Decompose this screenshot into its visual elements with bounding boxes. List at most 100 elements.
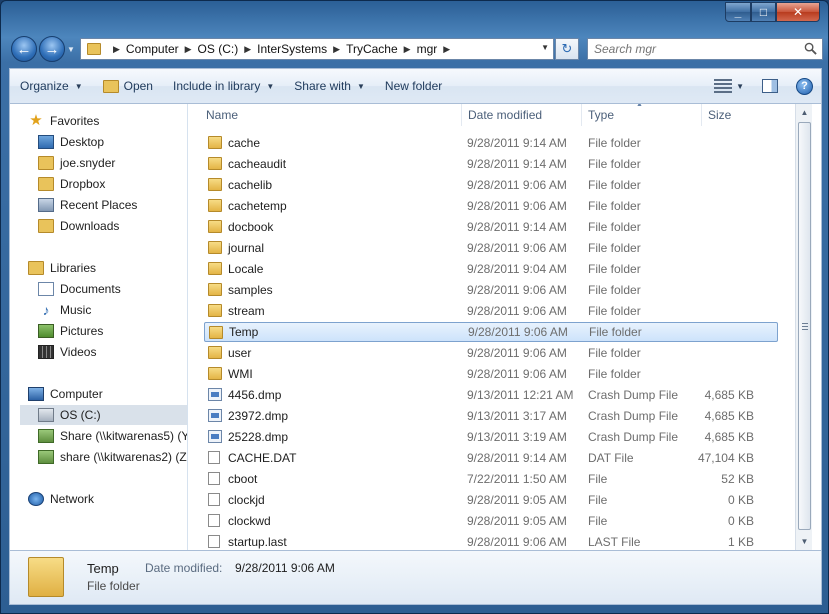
chevron-right-icon: ▶	[333, 43, 341, 54]
search-box[interactable]	[587, 38, 823, 60]
file-row[interactable]: 4456.dmp 9/13/2011 12:21 AM Crash Dump Fil…	[204, 385, 778, 405]
file-row[interactable]: cboot 7/22/2011 1:50 AM File 52 KB	[204, 469, 778, 489]
column-name[interactable]: Name	[200, 104, 462, 126]
nav-music[interactable]: ♪ Music	[38, 300, 92, 320]
file-type: File folder	[589, 325, 642, 339]
forward-button[interactable]: →	[39, 36, 65, 62]
search-input[interactable]	[594, 42, 794, 56]
pictures-icon	[38, 324, 54, 338]
details-type: File folder	[87, 579, 140, 593]
file-size: 4,685 KB	[704, 388, 754, 402]
file-icon	[208, 472, 220, 485]
file-name: cache	[228, 136, 261, 150]
file-size: 4,685 KB	[704, 409, 754, 423]
file-row[interactable]: 23972.dmp 9/13/2011 3:17 AM Crash Dump Fil…	[204, 406, 778, 426]
arrow-left-icon: ←	[16, 40, 32, 58]
vertical-scrollbar[interactable]: ▲ ▼	[795, 104, 812, 550]
file-row[interactable]: cache 9/28/2011 9:14 AM File folder	[204, 133, 778, 153]
sort-indicator-icon: ▲	[636, 104, 643, 108]
breadcrumb-item[interactable]: Computer ▶	[126, 42, 198, 56]
libraries-icon	[28, 261, 44, 275]
folder-icon	[208, 178, 222, 191]
nav-dropbox[interactable]: Dropbox	[38, 174, 105, 194]
new-folder-button[interactable]: New folder	[375, 73, 452, 99]
chevron-down-icon: ▼	[74, 81, 83, 91]
file-name: Locale	[228, 262, 264, 276]
help-icon[interactable]: ?	[796, 77, 813, 95]
details-name: Temp	[87, 561, 119, 576]
nav-documents[interactable]: Documents	[38, 279, 121, 299]
nav-os-c[interactable]: OS (C:)	[20, 405, 187, 425]
close-button[interactable]: ✕	[776, 2, 820, 22]
nav-pictures[interactable]: Pictures	[38, 321, 103, 341]
nav-network[interactable]: Network	[28, 489, 94, 509]
nav-favorites[interactable]: ★ Favorites	[28, 111, 99, 131]
file-row[interactable]: 25228.dmp 9/13/2011 3:19 AM Crash Dump Fil…	[204, 427, 778, 447]
file-row[interactable]: user 9/28/2011 9:06 AM File folder	[204, 343, 778, 363]
nav-share-kitwarenas2[interactable]: share (\\kitwarenas2) (Z:	[38, 447, 187, 467]
maximize-button[interactable]: □	[751, 2, 776, 22]
preview-pane-icon[interactable]	[762, 79, 778, 93]
file-row[interactable]: Locale 9/28/2011 9:04 AM File folder	[204, 259, 778, 279]
address-bar[interactable]: ▶ Computer ▶ OS (C:) ▶ InterSystems ▶ TryCa…	[80, 38, 554, 60]
file-row[interactable]: journal 9/28/2011 9:06 AM File folder	[204, 238, 778, 258]
file-row[interactable]: clockjd 9/28/2011 9:05 AM File 0 KB	[204, 490, 778, 510]
breadcrumb-sep-root[interactable]: ▶	[107, 44, 126, 55]
file-type: File folder	[588, 346, 641, 360]
nav-downloads[interactable]: Downloads	[38, 216, 119, 236]
nav-joe-snyder[interactable]: joe.snyder	[38, 153, 115, 173]
file-row[interactable]: stream 9/28/2011 9:06 AM File folder	[204, 301, 778, 321]
address-dropdown[interactable]: ▼	[541, 43, 549, 52]
file-row[interactable]: clockwd 9/28/2011 9:05 AM File 0 KB	[204, 511, 778, 531]
file-row[interactable]: cacheaudit 9/28/2011 9:14 AM File folder	[204, 154, 778, 174]
file-row[interactable]: cachetemp 9/28/2011 9:06 AM File folder	[204, 196, 778, 216]
folder-icon	[208, 157, 222, 170]
file-date-modified: 9/28/2011 9:06 AM	[467, 346, 567, 360]
nav-share-kitwarenas5[interactable]: Share (\\kitwarenas5) (Y	[38, 426, 187, 446]
chevron-right-icon: ▶	[113, 43, 120, 54]
share-with-button[interactable]: Share with ▼	[284, 73, 375, 99]
scroll-up-button[interactable]: ▲	[796, 104, 812, 121]
scroll-down-button[interactable]: ▼	[796, 533, 812, 550]
breadcrumb-item[interactable]: OS (C:) ▶	[198, 42, 258, 56]
file-row[interactable]: docbook 9/28/2011 9:14 AM File folder	[204, 217, 778, 237]
chevron-down-icon[interactable]: ▼	[736, 82, 744, 91]
chevron-right-icon: ▶	[244, 43, 252, 54]
organize-button[interactable]: Organize ▼	[10, 73, 93, 99]
file-size: 52 KB	[721, 472, 754, 486]
breadcrumb-item[interactable]: InterSystems ▶	[257, 42, 346, 56]
nav-computer[interactable]: Computer	[28, 384, 103, 404]
breadcrumb-item[interactable]: TryCache ▶	[346, 42, 417, 56]
include-in-library-button[interactable]: Include in library ▼	[163, 73, 284, 99]
open-button[interactable]: Open	[93, 73, 163, 99]
scroll-thumb[interactable]	[798, 122, 811, 530]
folder-icon	[208, 220, 222, 233]
file-row[interactable]: samples 9/28/2011 9:06 AM File folder	[204, 280, 778, 300]
file-name: docbook	[228, 220, 274, 234]
column-size[interactable]: Size	[702, 104, 792, 126]
nav-videos[interactable]: Videos	[38, 342, 96, 362]
nav-desktop[interactable]: Desktop	[38, 132, 104, 152]
file-date-modified: 9/28/2011 9:06 AM	[467, 283, 567, 297]
folder-icon	[87, 43, 101, 55]
nav-libraries[interactable]: Libraries	[28, 258, 96, 278]
breadcrumb-item[interactable]: mgr ▶	[417, 42, 457, 56]
command-bar: Organize ▼ Open Include in library ▼ Share…	[9, 68, 822, 104]
view-options-icon[interactable]	[714, 79, 733, 93]
file-row[interactable]: WMI 9/28/2011 9:06 AM File folder	[204, 364, 778, 384]
file-type: Crash Dump File	[588, 430, 679, 444]
network-drive-icon	[38, 450, 54, 464]
chevron-up-icon: ▲	[800, 108, 809, 117]
nav-recent-places[interactable]: Recent Places	[38, 195, 137, 215]
file-type: File folder	[588, 241, 641, 255]
column-date-modified[interactable]: Date modified	[462, 104, 582, 126]
file-row[interactable]: CACHE.DAT 9/28/2011 9:14 AM DAT File 47,104…	[204, 448, 778, 468]
file-row[interactable]: Temp 9/28/2011 9:06 AM File folder	[204, 322, 778, 342]
back-button[interactable]: ←	[11, 36, 37, 62]
file-list-pane: Name Date modified Type Size ▲ cache 9/28…	[188, 104, 812, 550]
minimize-button[interactable]: _	[725, 2, 751, 22]
file-row[interactable]: cachelib 9/28/2011 9:06 AM File folder	[204, 175, 778, 195]
refresh-button[interactable]: ↻	[555, 38, 579, 60]
file-row[interactable]: startup.last 9/28/2011 9:06 AM LAST File 1 …	[204, 532, 778, 550]
recent-pages-dropdown[interactable]: ▼	[67, 45, 77, 55]
